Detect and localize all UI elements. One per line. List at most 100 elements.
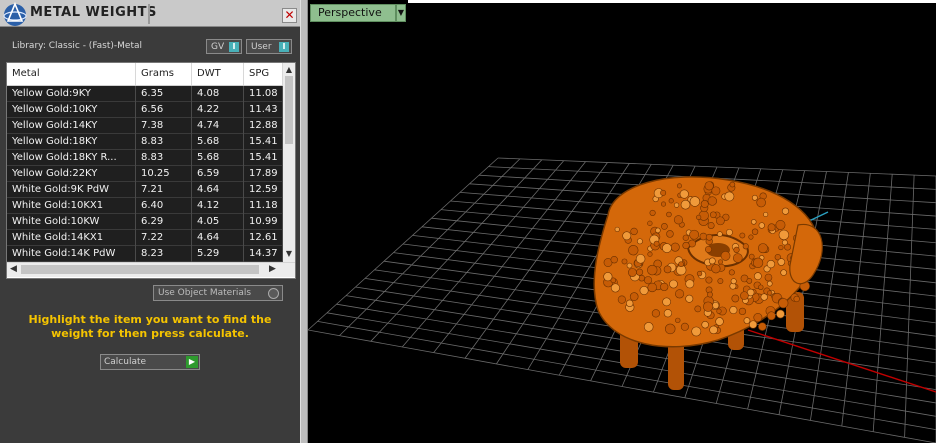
- table-row[interactable]: Yellow Gold:22KY 10.25 6.59 17.89: [7, 166, 283, 182]
- model-bead: [717, 278, 724, 284]
- table-body: Yellow Gold:9KY 6.35 4.08 11.08 Yellow Gold:…: [7, 86, 283, 262]
- model-bead: [701, 321, 709, 329]
- model-bead: [777, 258, 786, 266]
- model-bead: [780, 269, 787, 276]
- model-bead: [758, 284, 764, 291]
- model-bead: [670, 242, 680, 252]
- cell-metal: Yellow Gold:14KY: [7, 118, 136, 134]
- model-bead: [644, 276, 653, 285]
- cell-grams: 7.21: [136, 182, 192, 198]
- table-row[interactable]: Yellow Gold:18KY R... 8.83 5.68 15.41: [7, 150, 283, 166]
- cell-metal: Yellow Gold:10KY: [7, 102, 136, 118]
- model-bead: [716, 308, 722, 314]
- column-header-spg[interactable]: SPG: [244, 63, 283, 85]
- model-bead: [653, 240, 660, 247]
- horizontal-scroll-thumb[interactable]: [21, 265, 259, 274]
- column-header-grams[interactable]: Grams: [136, 63, 192, 85]
- panel-splitter[interactable]: [300, 0, 308, 443]
- model-bead: [738, 307, 747, 316]
- model-bead: [781, 239, 788, 246]
- table-row[interactable]: Yellow Gold:10KY 6.56 4.22 11.43: [7, 102, 283, 118]
- model-bead: [647, 251, 653, 257]
- model-bead: [669, 279, 678, 289]
- model-bead: [748, 253, 755, 260]
- table-row[interactable]: Yellow Gold:9KY 6.35 4.08 11.08: [7, 86, 283, 102]
- panel-titlebar[interactable]: METAL WEIGHTS ✕: [0, 0, 300, 27]
- cell-dwt: 4.12: [192, 198, 244, 214]
- scroll-left-icon[interactable]: ◀: [10, 264, 17, 274]
- table-row[interactable]: Yellow Gold:14KY 7.38 4.74 12.88: [7, 118, 283, 134]
- use-object-materials-option[interactable]: Use Object Materials: [153, 285, 283, 301]
- user-toggle[interactable]: User I: [246, 39, 292, 54]
- table-row[interactable]: White Gold:9K PdW 7.21 4.64 12.59: [7, 182, 283, 198]
- horizontal-scrollbar[interactable]: ◀ ▶: [7, 262, 295, 277]
- model-bead: [709, 211, 717, 219]
- view-label-perspective[interactable]: Perspective: [310, 4, 396, 22]
- cell-grams: 6.40: [136, 198, 192, 214]
- model-bead: [751, 194, 758, 201]
- scroll-right-icon[interactable]: ▶: [269, 264, 276, 274]
- model-bead: [629, 292, 639, 301]
- model-bead: [743, 317, 751, 324]
- cell-grams: 8.83: [136, 150, 192, 166]
- model-bead: [673, 215, 684, 225]
- gv-toggle[interactable]: GV I: [206, 39, 242, 54]
- model-bead: [763, 211, 769, 218]
- 3d-viewport[interactable]: Perspective ▼: [308, 0, 936, 443]
- table-row[interactable]: Yellow Gold:18KY 8.83 5.68 15.41: [7, 134, 283, 150]
- cell-grams: 8.23: [136, 246, 192, 262]
- model-bead: [753, 272, 762, 281]
- column-header-metal[interactable]: Metal: [7, 63, 136, 85]
- model-bead: [720, 251, 731, 261]
- model-bead: [717, 231, 723, 237]
- model-bead: [776, 309, 785, 319]
- cell-dwt: 5.29: [192, 246, 244, 262]
- model-bead: [680, 199, 691, 210]
- cell-dwt: 6.59: [192, 166, 244, 182]
- model-bead: [628, 245, 639, 256]
- close-button[interactable]: ✕: [282, 8, 297, 23]
- play-icon[interactable]: ▶: [186, 356, 198, 368]
- user-toggle-indicator: I: [279, 42, 289, 52]
- cell-metal: White Gold:14KX1: [7, 230, 136, 246]
- model-bead: [625, 299, 634, 308]
- table-row[interactable]: White Gold:10KW 6.29 4.05 10.99: [7, 214, 283, 230]
- model-bead: [636, 268, 644, 276]
- cell-spg: 11.18: [244, 198, 283, 214]
- cell-dwt: 4.08: [192, 86, 244, 102]
- cell-spg: 12.61: [244, 230, 283, 246]
- model-bead: [628, 268, 637, 277]
- cell-spg: 11.08: [244, 86, 283, 102]
- vertical-scrollbar[interactable]: ▲ ▼: [283, 63, 295, 262]
- model-bead: [775, 220, 786, 230]
- ring-model[interactable]: [593, 176, 823, 390]
- model-bead: [664, 323, 676, 335]
- model-bead: [662, 243, 672, 253]
- model-bead: [767, 290, 773, 296]
- scroll-up-icon[interactable]: ▲: [283, 65, 295, 75]
- user-toggle-label: User: [251, 42, 272, 52]
- scroll-down-icon[interactable]: ▼: [283, 249, 295, 259]
- scene-canvas[interactable]: [308, 0, 936, 443]
- radio-icon[interactable]: [268, 288, 279, 299]
- model-bead: [685, 279, 695, 289]
- model-bead: [778, 298, 789, 309]
- model-bead: [680, 322, 689, 331]
- caret-down-icon[interactable]: ▼: [396, 4, 406, 22]
- calculate-button[interactable]: Calculate ▶: [100, 354, 200, 370]
- column-header-dwt[interactable]: DWT: [192, 63, 244, 85]
- cell-spg: 15.41: [244, 134, 283, 150]
- model-bead: [689, 229, 700, 240]
- model-bead: [724, 191, 735, 202]
- model-bead: [749, 320, 758, 329]
- table-row[interactable]: White Gold:14KX1 7.22 4.64 12.61: [7, 230, 283, 246]
- table-row[interactable]: White Gold:14K PdW 8.23 5.29 14.37: [7, 246, 283, 262]
- model-bead: [751, 228, 759, 235]
- cell-spg: 15.41: [244, 150, 283, 166]
- table-row[interactable]: White Gold:10KX1 6.40 4.12 11.18: [7, 198, 283, 214]
- model-bead: [666, 211, 672, 218]
- vertical-scroll-thumb[interactable]: [285, 76, 293, 144]
- model-bead: [610, 283, 620, 293]
- model-bead: [673, 202, 680, 208]
- cell-spg: 12.59: [244, 182, 283, 198]
